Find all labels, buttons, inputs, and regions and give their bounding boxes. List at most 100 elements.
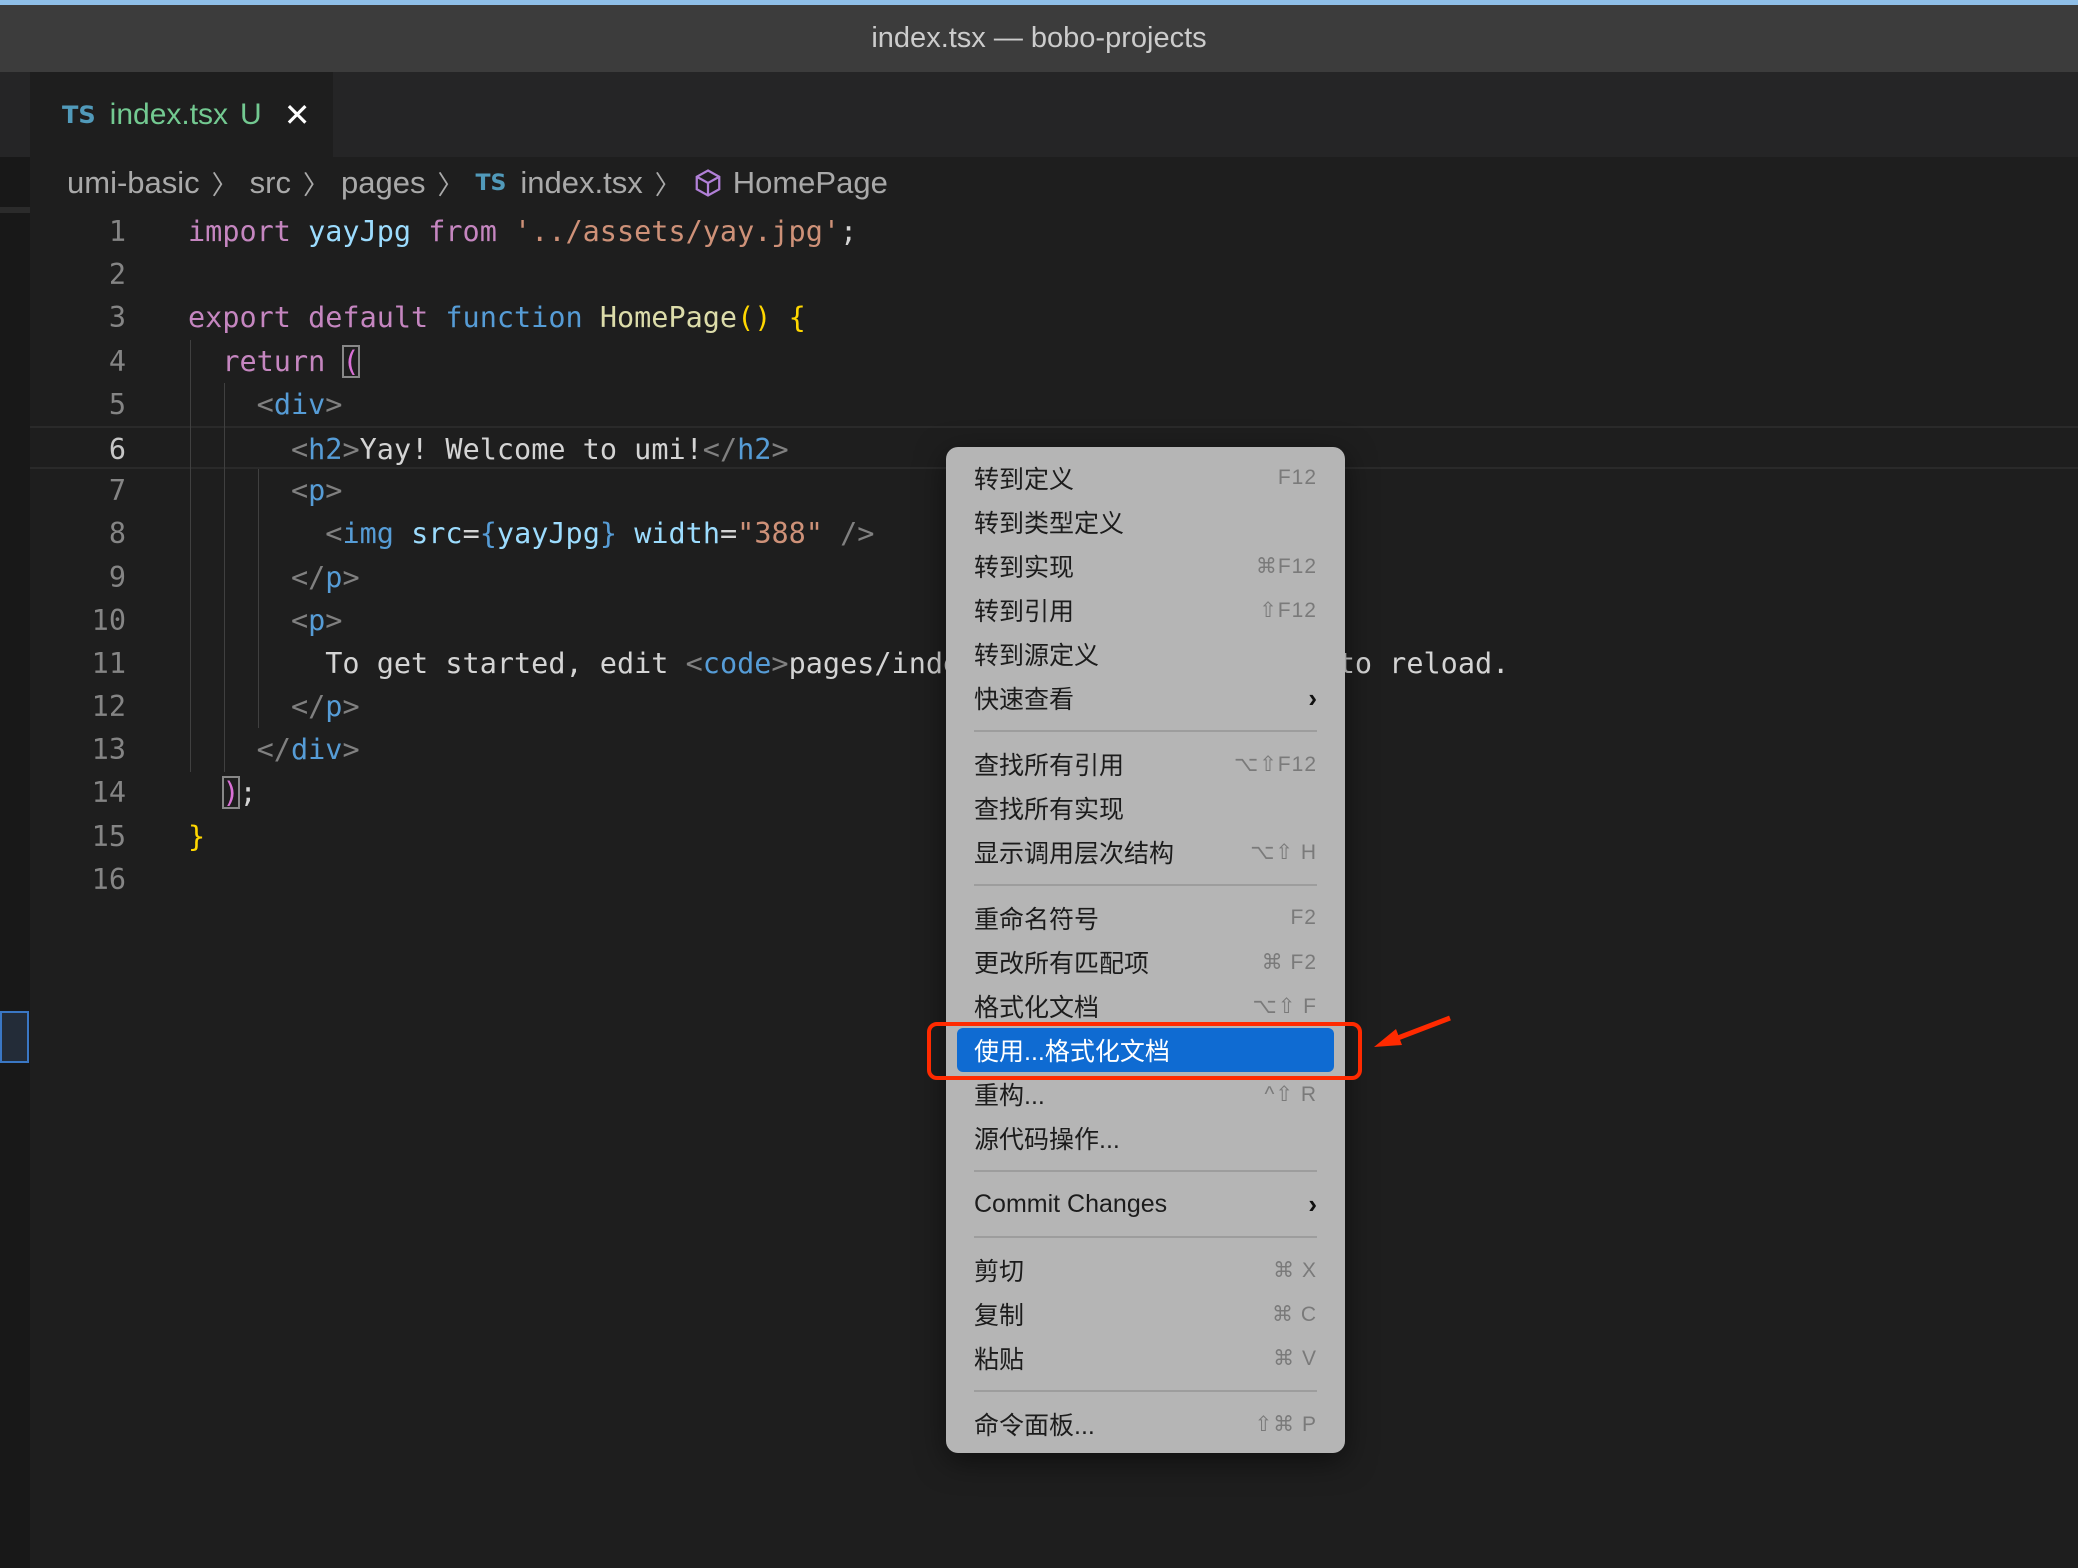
code-token: < <box>256 387 274 421</box>
menu-item-label: 查找所有实现 <box>974 796 1125 824</box>
menu-item[interactable]: 重命名符号 F2 <box>946 896 1345 940</box>
menu-item[interactable]: 快速查看 › <box>946 676 1345 720</box>
breadcrumb-item[interactable]: src <box>250 165 291 201</box>
code-text: </div> <box>188 728 360 771</box>
line-number: 4 <box>108 344 126 378</box>
code-token: > <box>342 733 360 767</box>
menu-item[interactable]: 格式化文档 ⌥⇧ F <box>946 984 1345 1028</box>
menu-item-label: 命令面板... <box>974 1412 1095 1440</box>
menu-item[interactable]: 转到源定义 <box>946 632 1345 676</box>
code-line[interactable]: 1 import yayJpg from '../assets/yay.jpg'; <box>30 210 2078 253</box>
code-token: img <box>342 517 412 551</box>
line-number: 7 <box>108 474 126 508</box>
menu-item[interactable]: 粘贴 ⌘ V <box>946 1336 1345 1380</box>
menu-item[interactable]: 转到引用 ⇧F12 <box>946 588 1345 632</box>
chevron-right-icon: 〉 <box>437 169 464 200</box>
code-line[interactable]: 3 export default function HomePage() { <box>30 296 2078 339</box>
menu-item-label: 转到源定义 <box>974 642 1100 670</box>
code-token: = <box>462 517 480 551</box>
tab-bar: TS index.tsx U ✕ <box>0 72 2078 157</box>
menu-item[interactable]: 显示调用层次结构 ⌥⇧ H <box>946 830 1345 874</box>
menu-item-shortcut: ⌘ F2 <box>1261 950 1317 974</box>
code-text: <img src={yayJpg} width="388" /> <box>188 512 874 555</box>
menu-item-label: 转到实现 <box>974 554 1075 582</box>
menu-item-label: 粘贴 <box>974 1346 1025 1374</box>
chevron-right-icon: 〉 <box>654 169 681 200</box>
tab-label: index.tsx <box>109 97 229 131</box>
code-token: default <box>308 301 446 335</box>
code-token: { <box>788 301 806 335</box>
code-line[interactable]: 4 return ( <box>30 340 2078 383</box>
menu-item-label: 格式化文档 <box>974 994 1100 1022</box>
code-token: yayJpg <box>496 517 600 551</box>
code-token: { <box>479 517 497 551</box>
annotation-arrow-icon <box>1374 1015 1451 1047</box>
code-token: < <box>290 603 309 637</box>
breadcrumb-file[interactable]: index.tsx <box>520 165 642 201</box>
menu-item-label: 重命名符号 <box>974 906 1100 934</box>
indent-guide <box>258 598 259 729</box>
code-token: } <box>188 819 206 853</box>
code-token: > <box>771 432 789 466</box>
code-token: width <box>634 517 720 551</box>
code-token: </ <box>290 560 326 594</box>
menu-item-label: 使用...格式化文档 <box>974 1038 1170 1066</box>
menu-item-shortcut: F12 <box>1277 466 1317 489</box>
code-token: src <box>411 517 463 551</box>
menu-item[interactable]: 复制 ⌘ C <box>946 1292 1345 1336</box>
line-number: 1 <box>108 215 126 248</box>
menu-item-shortcut: ⌘F12 <box>1255 554 1317 578</box>
typescript-icon: TS <box>62 100 96 129</box>
code-token: > <box>325 603 343 637</box>
code-line[interactable]: 5 <div> <box>30 383 2078 426</box>
menu-item[interactable]: 转到定义 F12 <box>946 456 1345 500</box>
line-number: 6 <box>108 432 126 466</box>
tab-index-tsx[interactable]: TS index.tsx U ✕ <box>30 72 333 157</box>
code-line[interactable]: 2 <box>30 253 2078 296</box>
menu-item[interactable]: 查找所有引用 ⌥⇧F12 <box>946 742 1345 786</box>
menu-item-label: 重构... <box>974 1082 1045 1110</box>
menu-item[interactable]: Commit Changes › <box>946 1182 1345 1226</box>
code-token: > <box>325 387 343 421</box>
close-icon[interactable]: ✕ <box>284 96 311 134</box>
menu-item-shortcut: ⇧F12 <box>1259 598 1317 622</box>
menu-item-label: 转到引用 <box>974 598 1075 626</box>
line-number: 16 <box>91 862 126 896</box>
menu-item[interactable]: 转到实现 ⌘F12 <box>946 544 1345 588</box>
breadcrumb-item[interactable]: pages <box>341 165 425 201</box>
menu-item[interactable]: 转到类型定义 <box>946 500 1345 544</box>
code-text: <p> <box>188 469 343 512</box>
menu-item[interactable]: 剪切 ⌘ X <box>946 1248 1345 1292</box>
menu-item[interactable]: 更改所有匹配项 ⌘ F2 <box>946 940 1345 984</box>
code-token: To get started, edit <box>188 646 686 680</box>
menu-item-label: 转到类型定义 <box>974 510 1125 538</box>
sidebar-indicator[interactable] <box>0 1011 29 1063</box>
menu-item-shortcut: ⌥⇧ H <box>1250 840 1317 864</box>
code-token: function <box>445 301 600 335</box>
breadcrumb-symbol[interactable]: HomePage <box>733 165 888 201</box>
line-number: 9 <box>108 560 126 594</box>
menu-item[interactable]: 命令面板... ⇧⌘ P <box>946 1402 1345 1446</box>
code-token: > <box>342 560 360 594</box>
code-token: code <box>702 646 772 680</box>
code-token: () <box>737 301 789 335</box>
code-token: h2 <box>308 432 343 466</box>
line-number: 12 <box>91 690 126 724</box>
code-token: div <box>273 387 326 421</box>
line-number: 5 <box>108 387 126 421</box>
code-token: </ <box>256 733 291 767</box>
menu-item[interactable]: 使用...格式化文档 <box>957 1028 1334 1072</box>
line-number: 14 <box>91 776 126 810</box>
breadcrumb-item[interactable]: umi-basic <box>67 165 200 201</box>
code-token: export <box>188 301 309 335</box>
menu-item[interactable]: 重构... ^⇧ R <box>946 1072 1345 1116</box>
menu-item[interactable]: 查找所有实现 <box>946 786 1345 830</box>
menu-item[interactable]: 源代码操作... <box>946 1116 1345 1160</box>
activity-strip <box>0 157 30 1568</box>
code-text: import yayJpg from '../assets/yay.jpg'; <box>188 210 857 253</box>
